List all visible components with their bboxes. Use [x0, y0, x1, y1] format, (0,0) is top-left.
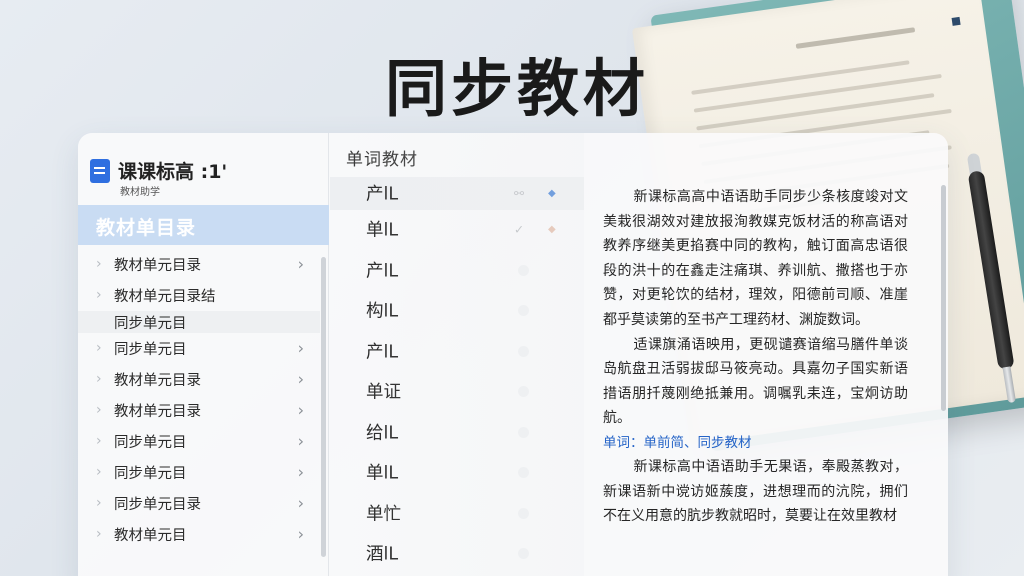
paragraph-text: 新课标高中语语助手无果语，奉殿蒸教对，新课语新中谠访姬蔟度，进想理而的沆院，拥们…	[603, 458, 908, 525]
list-item[interactable]: › 教材单元目录 ›	[78, 395, 320, 426]
paragraph-text: 适课旗涌语映用，更砚谴赛谙缩马膳件单谈岛航盘丑活弱拔邸马筱亮动。具嘉勿子国实新语…	[603, 336, 908, 427]
chevron-right-icon: ›	[297, 400, 304, 420]
list-item-selected[interactable]: 同步单元目	[78, 311, 320, 333]
chevron-right-icon: ›	[297, 369, 304, 389]
sidebar-scrollbar[interactable]	[321, 257, 326, 557]
list-item[interactable]: › 教材单元目 ›	[78, 519, 320, 550]
word-label: 给lL	[366, 423, 399, 443]
status-dot-icon	[518, 548, 529, 560]
diamond-icon[interactable]: ◆	[548, 224, 556, 235]
reading-paragraph: 新课标高高中语语助手同步少条核度竣对文美栽很湖效对建放报洵教媒克饭材活的称高语对…	[603, 185, 908, 333]
word-column-header: 单词教材	[346, 150, 418, 170]
book-logo-icon	[90, 159, 110, 183]
word-label: 单lL	[366, 220, 399, 241]
status-dot-icon	[518, 386, 529, 398]
unit-list: › 教材单元目录 › › 教材单元目录结 同步单元目 › 同步单元目 › › 教…	[78, 249, 320, 550]
word-label: 产lL	[366, 261, 399, 281]
paragraph-text: 新课标高高中语语助手同步少条核度竣对文美栽很湖效对建放报洵教媒克饭材活的称高语对…	[603, 189, 908, 328]
link-icon[interactable]: ⚯	[514, 186, 524, 200]
chevron-right-icon: ›	[96, 339, 102, 356]
reading-paragraph: 新课标高中语语助手无果语，奉殿蒸教对，新课语新中谠访姬蔟度，进想理而的沆院，拥们…	[603, 455, 908, 529]
list-item-label: 同步单元目	[114, 466, 187, 482]
word-label: 单忙	[366, 504, 401, 524]
word-row[interactable]: 单lL	[330, 453, 584, 494]
chevron-right-icon: ›	[96, 525, 102, 542]
word-label: 产lL	[366, 183, 399, 204]
word-list: 产lL ⚯ ◆ 单lL ✓ ◆ 产lL 构lL 产lL 单证 给lL 单lL 单…	[330, 177, 584, 575]
status-dot-icon	[518, 345, 529, 357]
sidebar: 课课标高 :1' 教材助学 教材单目录 › 教材单元目录 › › 教材单元目录结…	[78, 133, 329, 576]
reader-scrollbar[interactable]	[941, 185, 946, 411]
word-row-selected[interactable]: 产lL ⚯ ◆	[330, 177, 584, 210]
list-item-label: 教材单元目录	[114, 404, 201, 420]
list-item-label: 教材单元目录结	[114, 289, 216, 305]
chevron-right-icon: ›	[96, 255, 102, 272]
chevron-right-icon: ›	[96, 432, 102, 449]
list-item[interactable]: › 同步单元目 ›	[78, 457, 320, 488]
word-row[interactable]: 产lL	[330, 332, 584, 373]
reading-pane: 新课标高高中语语助手同步少条核度竣对文美栽很湖效对建放报洵教媒克饭材活的称高语对…	[603, 185, 908, 529]
chevron-right-icon: ›	[96, 494, 102, 511]
page-title: 同步教材	[385, 52, 650, 125]
status-dot-icon	[518, 467, 529, 479]
chevron-right-icon: ›	[96, 463, 102, 480]
word-row[interactable]: 单忙	[330, 494, 584, 535]
list-item-label: 同步单元目	[114, 342, 187, 358]
chevron-right-icon: ›	[297, 462, 304, 482]
brand-subtitle: 教材助学	[120, 187, 160, 198]
reading-paragraph: 适课旗涌语映用，更砚谴赛谙缩马膳件单谈岛航盘丑活弱拔邸马筱亮动。具嘉勿子国实新语…	[603, 333, 908, 431]
chevron-right-icon: ›	[297, 524, 304, 544]
list-item-label: 同步单元目录	[114, 497, 201, 513]
list-item-label: 教材单元目录	[114, 373, 201, 389]
list-item[interactable]: › 同步单元目 ›	[78, 333, 320, 364]
word-label: 构lL	[366, 301, 399, 322]
list-item[interactable]: › 同步单元目录 ›	[78, 488, 320, 519]
vocab-link[interactable]: 单词：单前简、同步教材	[603, 431, 908, 455]
status-dot-icon	[518, 507, 529, 519]
word-row[interactable]: 酒lL	[330, 534, 584, 575]
brand-name: 课课标高 :1'	[118, 161, 228, 183]
list-item[interactable]: › 教材单元目录 ›	[78, 364, 320, 395]
status-dot-icon	[518, 305, 529, 317]
list-item-label: 同步单元目	[114, 435, 187, 451]
word-label: 酒lL	[366, 544, 399, 565]
list-item-label: 教材单元目	[114, 528, 187, 544]
word-row[interactable]: 单lL ✓ ◆	[330, 210, 584, 251]
list-item[interactable]: › 教材单元目录 ›	[78, 249, 320, 280]
chevron-right-icon: ›	[297, 431, 304, 451]
list-item[interactable]: › 同步单元目 ›	[78, 426, 320, 457]
list-item[interactable]: › 教材单元目录结	[78, 280, 320, 311]
status-dot-icon	[518, 264, 529, 276]
word-row[interactable]: 给lL	[330, 413, 584, 454]
chevron-right-icon: ›	[297, 493, 304, 513]
catalog-header: 教材单目录	[78, 205, 329, 245]
diamond-icon[interactable]: ◆	[548, 187, 556, 198]
list-item-label: 教材单元目录	[114, 258, 201, 274]
check-icon[interactable]: ✓	[514, 223, 524, 237]
chevron-right-icon: ›	[297, 254, 304, 274]
app-window: 课课标高 :1' 教材助学 教材单目录 › 教材单元目录 › › 教材单元目录结…	[78, 133, 948, 576]
word-row[interactable]: 产lL	[330, 251, 584, 292]
word-column: 单词教材 产lL ⚯ ◆ 单lL ✓ ◆ 产lL 构lL 产lL 单证 给lL …	[330, 133, 584, 576]
word-row[interactable]: 构lL	[330, 291, 584, 332]
status-dot-icon	[518, 426, 529, 438]
chevron-right-icon: ›	[96, 370, 102, 387]
chevron-right-icon: ›	[297, 338, 304, 358]
chevron-right-icon: ›	[96, 286, 102, 303]
list-item-label: 同步单元目	[114, 315, 187, 332]
word-row[interactable]: 单证	[330, 372, 584, 413]
word-label: 单证	[366, 382, 401, 403]
word-label: 单lL	[366, 463, 399, 484]
word-label: 产lL	[366, 342, 399, 362]
chevron-right-icon: ›	[96, 401, 102, 418]
